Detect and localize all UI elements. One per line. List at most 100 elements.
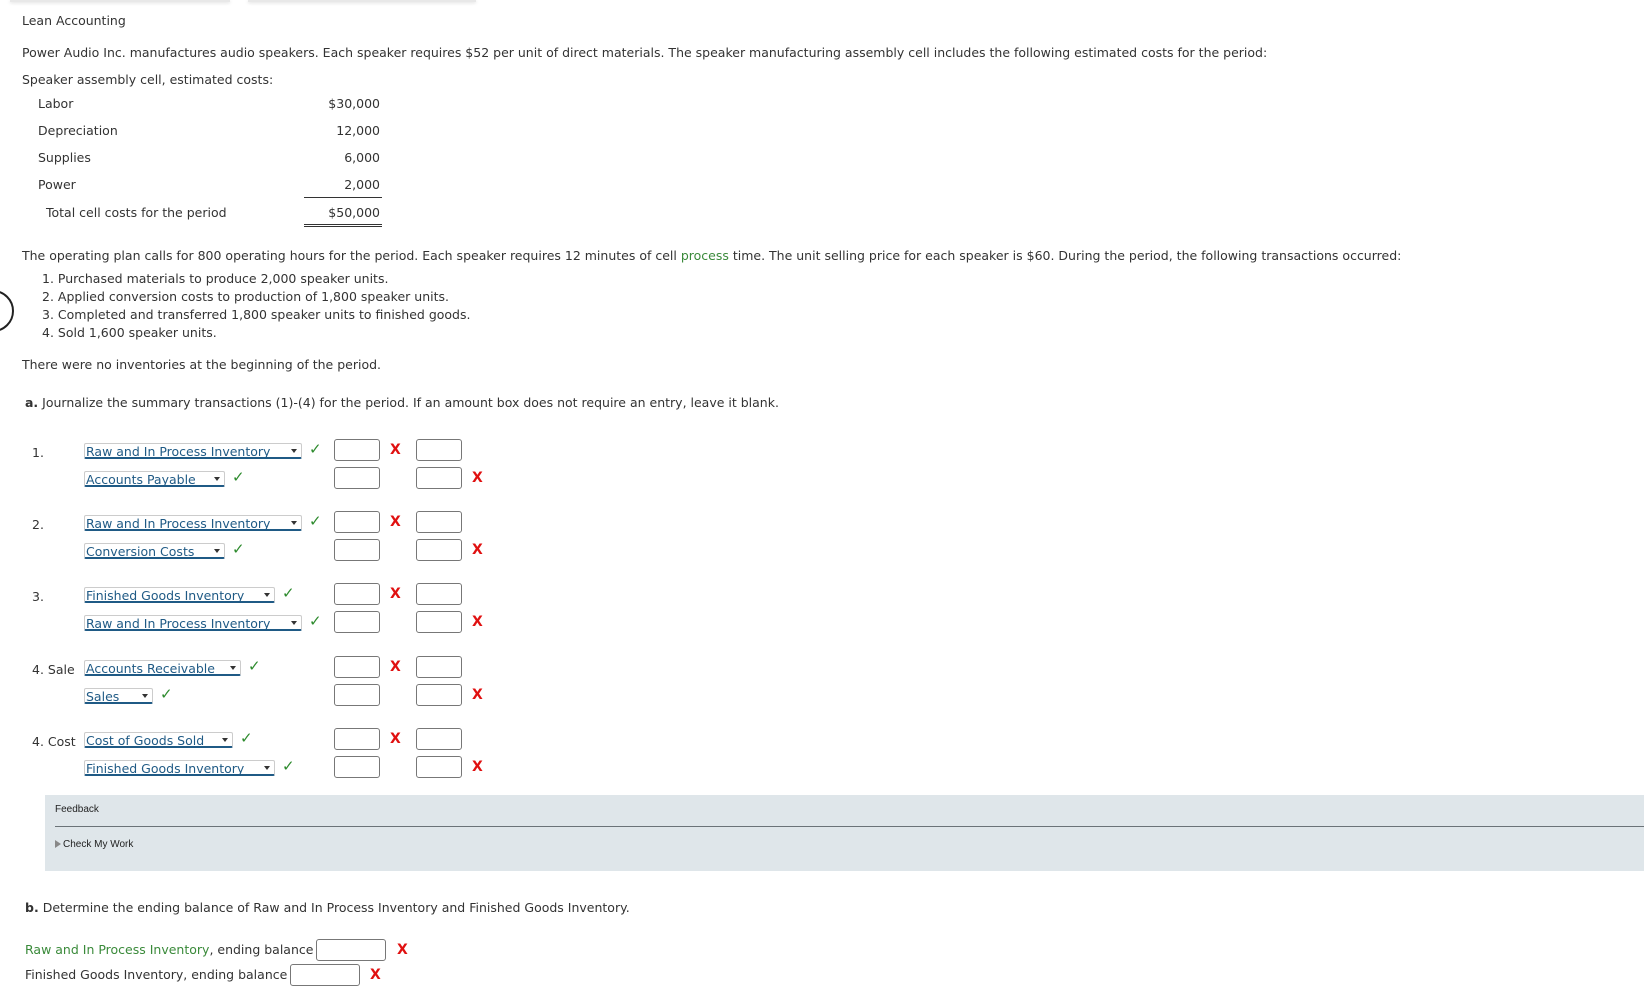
correct-check-icon: ✓ — [309, 612, 322, 630]
raw-ending-balance-input[interactable] — [316, 939, 386, 961]
debit-amount-input[interactable] — [334, 656, 380, 678]
credit-amount-input[interactable] — [416, 583, 462, 605]
raw-ending-label: Raw and In Process Inventory, ending bal… — [25, 942, 325, 957]
credit-amount-input[interactable] — [416, 511, 462, 533]
total-row: Total cell costs for the period $50,000 — [0, 205, 380, 225]
debit-account-select[interactable]: Cost of Goods Sold — [84, 732, 233, 748]
credit-account-select[interactable]: Raw and In Process Inventory — [84, 615, 302, 631]
entry-label: 2. — [32, 517, 44, 532]
transaction-item: 1. Purchased materials to produce 2,000 … — [42, 271, 389, 286]
incorrect-x-icon: X — [390, 586, 401, 602]
correct-check-icon: ✓ — [160, 685, 173, 703]
part-b-text: Determine the ending balance of Raw and … — [42, 900, 630, 915]
plan-text-start: The operating plan calls for 800 operati… — [22, 248, 681, 263]
debit-account-select[interactable]: Accounts Receivable — [84, 660, 241, 676]
check-my-work-toggle[interactable]: Check My Work — [55, 839, 133, 850]
total-double-rule — [304, 224, 382, 227]
selected-account: Accounts Receivable — [86, 661, 215, 676]
cost-row: Power 2,000 — [0, 177, 380, 197]
credit-amount-input[interactable] — [416, 656, 462, 678]
debit-amount-input[interactable] — [334, 583, 380, 605]
incorrect-x-icon: X — [370, 967, 381, 983]
dropdown-caret-icon — [222, 738, 228, 742]
dropdown-caret-icon — [291, 521, 297, 525]
incorrect-x-icon: X — [472, 614, 483, 630]
incorrect-x-icon: X — [472, 687, 483, 703]
cost-row: Depreciation 12,000 — [0, 123, 380, 143]
dropdown-caret-icon — [230, 666, 236, 670]
credit-amount-input[interactable] — [416, 467, 462, 489]
top-tab-shadow-left — [10, 0, 230, 2]
dropdown-caret-icon — [214, 549, 220, 553]
dropdown-caret-icon — [214, 477, 220, 481]
debit-amount-input[interactable] — [334, 467, 380, 489]
debit-amount-input[interactable] — [334, 728, 380, 750]
debit-amount-input[interactable] — [334, 611, 380, 633]
transaction-item: 3. Completed and transferred 1,800 speak… — [42, 307, 471, 322]
selected-account: Sales — [86, 689, 120, 704]
debit-account-select[interactable]: Raw and In Process Inventory — [84, 443, 302, 459]
debit-amount-input[interactable] — [334, 439, 380, 461]
credit-account-select[interactable]: Accounts Payable — [84, 471, 225, 487]
debit-amount-input[interactable] — [334, 684, 380, 706]
feedback-panel: Feedback Check My Work — [45, 795, 1644, 871]
raw-inventory-link[interactable]: Raw and In Process Inventory — [25, 942, 209, 957]
credit-account-select[interactable]: Finished Goods Inventory — [84, 760, 275, 776]
credit-account-select[interactable]: Conversion Costs — [84, 543, 225, 559]
entry-label: 4. Cost — [32, 734, 76, 749]
debit-account-select[interactable]: Finished Goods Inventory — [84, 587, 275, 603]
no-inventories-text: There were no inventories at the beginni… — [22, 357, 382, 372]
credit-amount-input[interactable] — [416, 684, 462, 706]
debit-account-select[interactable]: Raw and In Process Inventory — [84, 515, 302, 531]
cost-label: Labor — [38, 96, 74, 111]
cost-value: 2,000 — [344, 177, 380, 192]
dropdown-caret-icon — [291, 621, 297, 625]
feedback-title: Feedback — [55, 804, 99, 815]
intro-text: Power Audio Inc. manufactures audio spea… — [22, 45, 1268, 60]
part-a-instruction: a. Journalize the summary transactions (… — [25, 395, 779, 410]
debit-amount-input[interactable] — [334, 539, 380, 561]
credit-amount-input[interactable] — [416, 611, 462, 633]
selected-account: Raw and In Process Inventory — [86, 444, 271, 459]
credit-amount-input[interactable] — [416, 539, 462, 561]
correct-check-icon: ✓ — [232, 540, 245, 558]
transaction-item: 2. Applied conversion costs to productio… — [42, 289, 449, 304]
section-title: Lean Accounting — [22, 13, 126, 28]
selected-account: Raw and In Process Inventory — [86, 516, 271, 531]
cost-label: Supplies — [38, 150, 91, 165]
selected-account: Raw and In Process Inventory — [86, 616, 271, 631]
selected-account: Finished Goods Inventory — [86, 761, 245, 776]
costs-heading: Speaker assembly cell, estimated costs: — [22, 72, 274, 87]
incorrect-x-icon: X — [390, 731, 401, 747]
transactions-list: 1. Purchased materials to produce 2,000 … — [42, 270, 470, 342]
check-my-work-label: Check My Work — [63, 839, 134, 850]
credit-account-select[interactable]: Sales — [84, 688, 153, 704]
incorrect-x-icon: X — [472, 470, 483, 486]
dropdown-caret-icon — [142, 694, 148, 698]
entry-label: 4. Sale — [32, 662, 75, 677]
correct-check-icon: ✓ — [232, 468, 245, 486]
cursor-circle — [0, 290, 14, 332]
raw-ending-text: , ending balance $ — [209, 942, 326, 957]
credit-amount-input[interactable] — [416, 756, 462, 778]
selected-account: Accounts Payable — [86, 472, 196, 487]
cost-value: $30,000 — [328, 96, 380, 111]
credit-amount-input[interactable] — [416, 439, 462, 461]
entry-label: 3. — [32, 589, 44, 604]
plan-text-end: time. The unit selling price for each sp… — [728, 248, 1402, 263]
cost-row: Labor $30,000 — [0, 96, 380, 116]
debit-amount-input[interactable] — [334, 511, 380, 533]
fg-ending-label: Finished Goods Inventory, ending balance… — [25, 967, 300, 982]
cost-value: 12,000 — [336, 123, 380, 138]
cost-label: Power — [38, 177, 76, 192]
credit-amount-input[interactable] — [416, 728, 462, 750]
cost-label: Depreciation — [38, 123, 118, 138]
process-link[interactable]: process — [681, 248, 729, 263]
part-b-marker: b. — [25, 900, 39, 915]
debit-amount-input[interactable] — [334, 756, 380, 778]
fg-ending-balance-input[interactable] — [290, 964, 360, 986]
incorrect-x-icon: X — [390, 514, 401, 530]
correct-check-icon: ✓ — [248, 657, 261, 675]
selected-account: Conversion Costs — [86, 544, 195, 559]
transaction-item: 4. Sold 1,600 speaker units. — [42, 325, 217, 340]
